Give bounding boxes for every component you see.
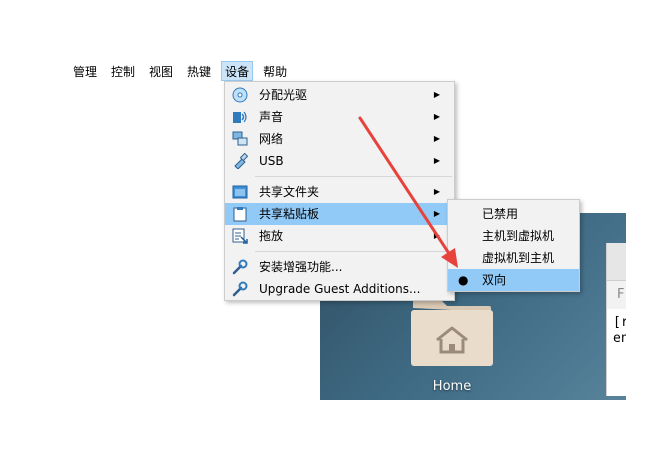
menu-item-label: 双向 (482, 273, 507, 287)
home-folder-icon[interactable] (409, 298, 495, 368)
menu-item-usb[interactable]: USB ▶ (225, 150, 454, 172)
guest-window-f: F (617, 287, 625, 302)
menu-item-label: 网络 (259, 132, 284, 146)
submenu-arrow-icon: ▶ (433, 112, 440, 121)
menu-hotkey[interactable]: 热键 (183, 61, 215, 81)
submenu-arrow-icon: ▶ (433, 187, 440, 196)
menu-item-label: Upgrade Guest Additions... (259, 282, 421, 296)
upgrade-additions-icon (232, 281, 248, 297)
install-additions-icon (232, 259, 248, 275)
menu-manage[interactable]: 管理 (69, 61, 101, 81)
devices-dropdown-menu: 分配光驱 ▶ 声音 ▶ 网络 ▶ USB ▶ 共享文件夹 ▶ 共享粘贴板 ▶ 拖… (224, 81, 455, 301)
submenu-arrow-icon: ▶ (433, 90, 440, 99)
menu-item-label: 已禁用 (482, 207, 519, 221)
submenu-arrow-icon: ▶ (433, 209, 440, 218)
submenu-arrow-icon: ▶ (433, 231, 440, 240)
menu-devices[interactable]: 设备 (221, 60, 254, 81)
menu-help[interactable]: 帮助 (259, 61, 291, 81)
menu-item-label: 声音 (259, 110, 284, 124)
selected-bullet-icon: ● (458, 273, 469, 287)
guest-window-body: [r en (607, 309, 626, 396)
menu-item-install-additions[interactable]: 安装增强功能... (225, 256, 454, 278)
menu-item-label: 主机到虚拟机 (482, 229, 555, 243)
audio-icon (233, 111, 247, 123)
menu-item-label: 拖放 (259, 229, 284, 243)
clipboard-icon (233, 207, 247, 222)
menu-item-label: USB (259, 154, 284, 168)
guest-window-line2: en (613, 331, 626, 346)
menu-item-label: 安装增强功能... (259, 260, 343, 274)
guest-terminal-window[interactable]: F [r en (606, 243, 626, 396)
usb-icon (234, 153, 248, 169)
menu-item-network[interactable]: 网络 ▶ (225, 128, 454, 150)
menu-item-optical-drive[interactable]: 分配光驱 ▶ (225, 84, 454, 106)
menu-item-label: 共享粘贴板 (259, 207, 320, 221)
menu-separator (255, 251, 452, 252)
clipboard-option-disabled[interactable]: 已禁用 (448, 203, 579, 225)
clipboard-option-bidirectional[interactable]: ● 双向 (448, 269, 579, 291)
clipboard-submenu: 已禁用 主机到虚拟机 虚拟机到主机 ● 双向 (447, 199, 580, 292)
guest-window-header (607, 243, 626, 281)
menubar: 管理 控制 视图 热键 设备 帮助 (69, 59, 626, 82)
menu-item-audio[interactable]: 声音 ▶ (225, 106, 454, 128)
home-label: Home (432, 379, 472, 394)
menu-control[interactable]: 控制 (107, 61, 139, 81)
submenu-arrow-icon: ▶ (433, 134, 440, 143)
menu-item-label: 虚拟机到主机 (482, 251, 555, 265)
menu-item-shared-folders[interactable]: 共享文件夹 ▶ (225, 181, 454, 203)
drag-drop-icon (232, 228, 248, 244)
guest-window-line1: [r (613, 315, 626, 330)
menu-view[interactable]: 视图 (145, 61, 177, 81)
clipboard-option-host-to-guest[interactable]: 主机到虚拟机 (448, 225, 579, 247)
menu-item-upgrade-additions[interactable]: Upgrade Guest Additions... (225, 278, 454, 300)
menu-separator (255, 176, 452, 177)
menu-item-shared-clipboard[interactable]: 共享粘贴板 ▶ (225, 203, 454, 225)
clipboard-option-guest-to-host[interactable]: 虚拟机到主机 (448, 247, 579, 269)
cd-drive-icon (232, 87, 248, 103)
menu-item-drag-drop[interactable]: 拖放 ▶ (225, 225, 454, 247)
network-icon (232, 131, 248, 146)
menu-item-label: 共享文件夹 (259, 185, 320, 199)
submenu-arrow-icon: ▶ (433, 156, 440, 165)
menu-item-label: 分配光驱 (259, 88, 308, 102)
shared-folder-icon (232, 185, 248, 199)
